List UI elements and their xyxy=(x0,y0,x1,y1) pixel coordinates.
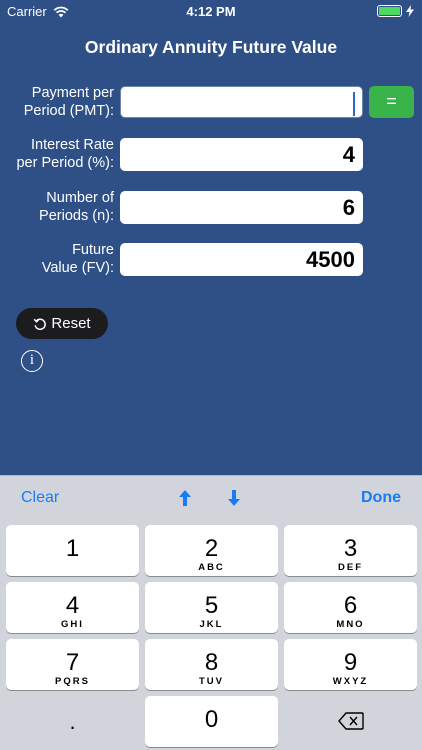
pmt-input[interactable] xyxy=(120,86,363,118)
key-letters: WXYZ xyxy=(332,676,369,687)
arrow-down-icon[interactable] xyxy=(226,489,242,507)
keyboard-toolbar: Clear Done xyxy=(0,475,422,519)
reset-label: Reset xyxy=(51,315,91,332)
periods-label-line1: Number of xyxy=(46,190,114,206)
key-digit: 3 xyxy=(343,535,358,562)
key-letters: GHI xyxy=(61,619,84,630)
key-4[interactable]: 4 GHI xyxy=(6,582,139,633)
fv-label-line1: Future xyxy=(72,242,114,258)
periods-label: Number of Periods (n): xyxy=(0,189,114,225)
clear-button[interactable]: Clear xyxy=(21,489,59,507)
key-6[interactable]: 6 MNO xyxy=(284,582,417,633)
status-bar: Carrier 4:12 PM xyxy=(0,0,422,22)
arrow-up-icon[interactable] xyxy=(177,489,193,507)
pmt-label-line2: Period (PMT): xyxy=(23,103,114,119)
rate-label-line1: Interest Rate xyxy=(30,137,114,153)
reset-button[interactable]: Reset xyxy=(16,308,108,339)
status-time: 4:12 PM xyxy=(186,4,236,19)
key-digit: 9 xyxy=(343,649,358,676)
key-3[interactable]: 3 DEF xyxy=(284,525,417,576)
info-icon[interactable]: i xyxy=(21,350,43,372)
pmt-row: Payment per Period (PMT): xyxy=(0,84,422,120)
backspace-icon xyxy=(337,712,364,730)
key-letters: PQRS xyxy=(55,676,90,687)
battery-icon xyxy=(377,5,414,17)
key-letters: DEF xyxy=(338,562,363,573)
key-decimal[interactable]: . xyxy=(6,696,139,747)
numeric-keypad: 1 2 ABC 3 DEF 4 GHI 5 JKL 6 MNO 7 PQRS 8… xyxy=(0,519,422,750)
key-letters: ABC xyxy=(198,562,225,573)
key-2[interactable]: 2 ABC xyxy=(145,525,278,576)
key-digit: 8 xyxy=(204,649,219,676)
pmt-label-line1: Payment per xyxy=(31,85,114,101)
rate-input[interactable]: 4 xyxy=(120,138,363,171)
pmt-label: Payment per Period (PMT): xyxy=(0,84,114,120)
key-digit: 0 xyxy=(204,706,219,733)
fv-label: Future Value (FV): xyxy=(0,241,114,277)
periods-row: Number of Periods (n): 6 xyxy=(0,189,422,225)
key-9[interactable]: 9 WXYZ xyxy=(284,639,417,690)
charging-bolt-icon xyxy=(406,5,414,17)
key-digit: . xyxy=(69,709,76,734)
key-5[interactable]: 5 JKL xyxy=(145,582,278,633)
key-digit: 7 xyxy=(65,649,80,676)
fv-label-line2: Value (FV): xyxy=(41,260,114,276)
rate-label-line2: per Period (%): xyxy=(16,155,114,171)
rate-label: Interest Rate per Period (%): xyxy=(0,136,114,172)
key-digit: 2 xyxy=(204,535,219,562)
key-digit: 6 xyxy=(343,592,358,619)
periods-label-line2: Periods (n): xyxy=(39,208,114,224)
key-digit: 4 xyxy=(65,592,80,619)
page-title: Ordinary Annuity Future Value xyxy=(84,37,338,57)
key-digit: 1 xyxy=(65,535,80,562)
rate-row: Interest Rate per Period (%): 4 xyxy=(0,136,422,172)
key-1[interactable]: 1 xyxy=(6,525,139,576)
key-delete[interactable] xyxy=(284,696,417,747)
text-cursor xyxy=(353,92,355,116)
calculate-button[interactable]: = xyxy=(369,86,414,118)
fv-input[interactable]: 4500 xyxy=(120,243,363,276)
key-0[interactable]: 0 xyxy=(145,696,278,747)
key-letters: JKL xyxy=(199,619,224,630)
fv-row: Future Value (FV): 4500 xyxy=(0,241,422,277)
done-button[interactable]: Done xyxy=(361,489,401,507)
key-7[interactable]: 7 PQRS xyxy=(6,639,139,690)
key-letters: MNO xyxy=(336,619,365,630)
key-8[interactable]: 8 TUV xyxy=(145,639,278,690)
key-digit: 5 xyxy=(204,592,219,619)
reset-icon xyxy=(34,318,47,330)
key-letters: TUV xyxy=(199,676,224,687)
periods-input[interactable]: 6 xyxy=(120,191,363,224)
